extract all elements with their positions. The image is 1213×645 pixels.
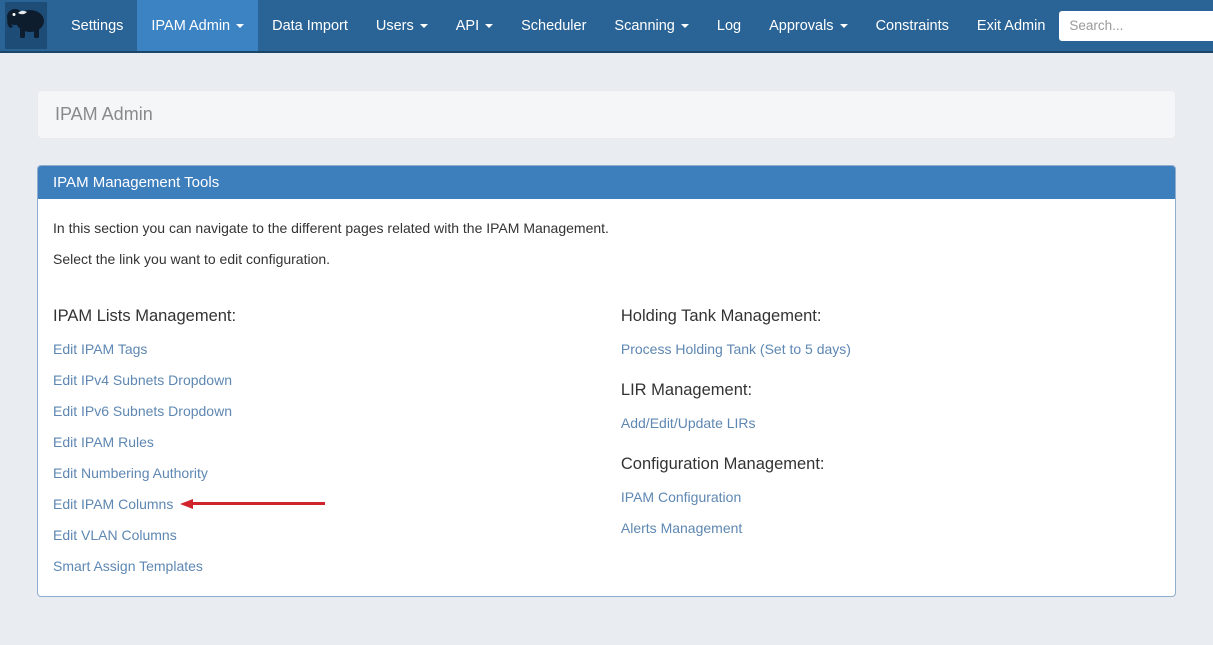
search-group xyxy=(1059,11,1213,41)
intro-text-1: In this section you can navigate to the … xyxy=(53,220,1160,236)
link-edit-numbering-authority[interactable]: Edit Numbering Authority xyxy=(53,465,208,481)
nav-label: Data Import xyxy=(272,18,348,34)
panel-title: IPAM Management Tools xyxy=(38,166,1175,199)
link-columns: IPAM Lists Management: Edit IPAM Tags Ed… xyxy=(53,307,1160,574)
link-process-holding-tank[interactable]: Process Holding Tank (Set to 5 days) xyxy=(621,341,851,357)
right-column: Holding Tank Management: Process Holding… xyxy=(621,307,1160,574)
chevron-down-icon xyxy=(420,24,428,28)
link-row: Smart Assign Templates xyxy=(53,559,621,574)
link-row: Edit Numbering Authority xyxy=(53,466,621,481)
link-ipam-configuration[interactable]: IPAM Configuration xyxy=(621,489,741,505)
nav-label: Log xyxy=(717,18,741,34)
link-row: IPAM Configuration xyxy=(621,490,1160,505)
chevron-down-icon xyxy=(236,24,244,28)
nav-label: Approvals xyxy=(769,18,833,34)
arrow-head-icon xyxy=(180,499,193,509)
nav-item-ipam-admin[interactable]: IPAM Admin xyxy=(137,0,258,51)
panel-body: In this section you can navigate to the … xyxy=(38,199,1175,596)
nav-item-scheduler[interactable]: Scheduler xyxy=(507,0,600,51)
nav-item-settings[interactable]: Settings xyxy=(57,0,137,51)
nav-label: Scanning xyxy=(614,18,674,34)
link-edit-ipv4-subnets-dropdown[interactable]: Edit IPv4 Subnets Dropdown xyxy=(53,372,232,388)
link-row: Edit IPAM Tags xyxy=(53,342,621,357)
link-row: Edit IPv6 Subnets Dropdown xyxy=(53,404,621,419)
nav-item-users[interactable]: Users xyxy=(362,0,442,51)
page-container: IPAM Admin IPAM Management Tools In this… xyxy=(37,90,1176,597)
chevron-down-icon xyxy=(840,24,848,28)
holding-tank-management-section: Holding Tank Management: Process Holding… xyxy=(621,307,1160,357)
nav-item-api[interactable]: API xyxy=(442,0,507,51)
nav-label: Exit Admin xyxy=(977,18,1046,34)
arrow-line xyxy=(193,502,325,505)
section-heading-holding-tank: Holding Tank Management: xyxy=(621,307,1160,326)
chevron-down-icon xyxy=(485,24,493,28)
link-row: Add/Edit/Update LIRs xyxy=(621,416,1160,431)
nav-label: Settings xyxy=(71,18,123,34)
link-add-edit-update-lirs[interactable]: Add/Edit/Update LIRs xyxy=(621,415,756,431)
top-navbar: Settings IPAM Admin Data Import Users AP… xyxy=(0,0,1213,53)
section-heading-configuration: Configuration Management: xyxy=(621,455,1160,474)
elephant-logo-icon xyxy=(5,5,47,46)
nav-item-scanning[interactable]: Scanning xyxy=(600,0,702,51)
link-row: Edit IPv4 Subnets Dropdown xyxy=(53,373,621,388)
ipam-lists-management-section: IPAM Lists Management: Edit IPAM Tags Ed… xyxy=(53,307,621,574)
nav-label: Constraints xyxy=(876,18,949,34)
brand-logo[interactable] xyxy=(5,2,47,49)
intro-text-2: Select the link you want to edit configu… xyxy=(53,251,1160,267)
nav-item-data-import[interactable]: Data Import xyxy=(258,0,362,51)
section-heading-lir: LIR Management: xyxy=(621,381,1160,400)
search-input[interactable] xyxy=(1059,11,1213,41)
configuration-management-section: Configuration Management: IPAM Configura… xyxy=(621,455,1160,536)
link-row: Process Holding Tank (Set to 5 days) xyxy=(621,342,1160,357)
nav-label: API xyxy=(456,18,479,34)
chevron-down-icon xyxy=(681,24,689,28)
nav-item-approvals[interactable]: Approvals xyxy=(755,0,861,51)
nav-label: IPAM Admin xyxy=(151,18,230,34)
link-edit-ipv6-subnets-dropdown[interactable]: Edit IPv6 Subnets Dropdown xyxy=(53,403,232,419)
nav-item-constraints[interactable]: Constraints xyxy=(862,0,963,51)
link-alerts-management[interactable]: Alerts Management xyxy=(621,520,742,536)
ipam-management-tools-panel: IPAM Management Tools In this section yo… xyxy=(37,165,1176,597)
red-arrow-annotation xyxy=(180,499,325,509)
link-row: Alerts Management xyxy=(621,521,1160,536)
link-edit-ipam-columns[interactable]: Edit IPAM Columns xyxy=(53,496,173,512)
link-row: Edit IPAM Columns xyxy=(53,497,621,512)
navbar-right-group xyxy=(1059,0,1213,51)
nav-label: Scheduler xyxy=(521,18,586,34)
link-edit-vlan-columns[interactable]: Edit VLAN Columns xyxy=(53,527,177,543)
lir-management-section: LIR Management: Add/Edit/Update LIRs xyxy=(621,381,1160,431)
section-heading-ipam-lists: IPAM Lists Management: xyxy=(53,307,621,326)
link-edit-ipam-tags[interactable]: Edit IPAM Tags xyxy=(53,341,147,357)
link-smart-assign-templates[interactable]: Smart Assign Templates xyxy=(53,558,203,574)
page-title: IPAM Admin xyxy=(55,104,1158,125)
link-row: Edit IPAM Rules xyxy=(53,435,621,450)
nav-label: Users xyxy=(376,18,414,34)
link-row: Edit VLAN Columns xyxy=(53,528,621,543)
link-edit-ipam-rules[interactable]: Edit IPAM Rules xyxy=(53,434,154,450)
nav-item-log[interactable]: Log xyxy=(703,0,755,51)
page-header: IPAM Admin xyxy=(37,90,1176,139)
nav-item-exit-admin[interactable]: Exit Admin xyxy=(963,0,1060,51)
